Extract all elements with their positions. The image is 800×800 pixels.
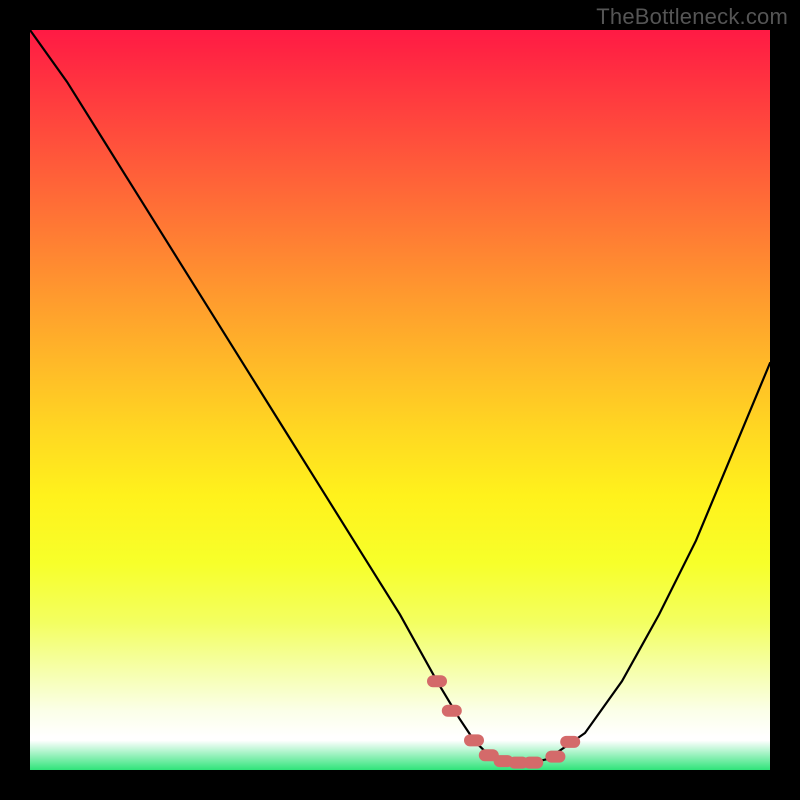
chart-frame: TheBottleneck.com <box>0 0 800 800</box>
optimal-marker <box>442 705 462 717</box>
optimal-marker <box>560 736 580 748</box>
optimal-marker <box>523 757 543 769</box>
bottleneck-chart <box>30 30 770 770</box>
optimal-marker <box>427 675 447 687</box>
optimal-range-markers <box>427 675 580 768</box>
plot-area <box>30 30 770 770</box>
optimal-marker <box>464 734 484 746</box>
optimal-marker <box>545 751 565 763</box>
bottleneck-curve <box>30 30 770 763</box>
watermark-text: TheBottleneck.com <box>596 4 788 30</box>
